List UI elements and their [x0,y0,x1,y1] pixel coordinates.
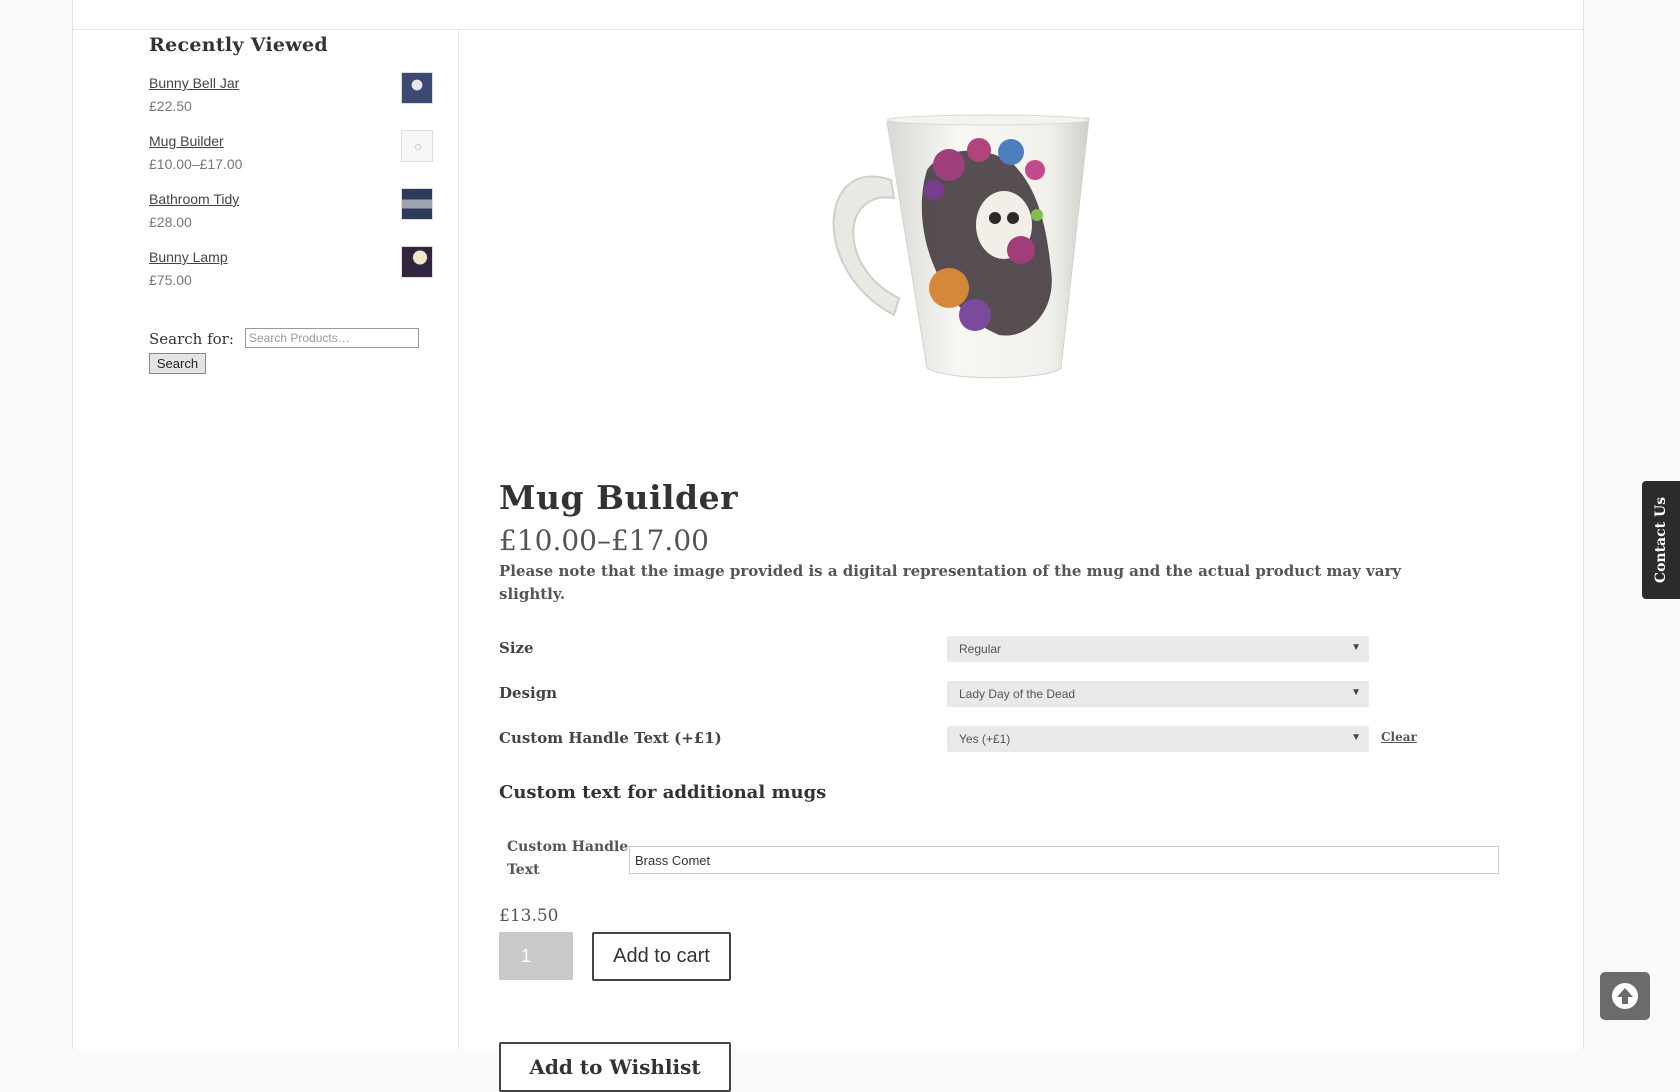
addon-heading: Custom text for additional mugs [499,782,827,803]
chevron-down-icon: ▼ [1351,642,1361,653]
product-price-range: £10.00–£17.00 [499,524,709,557]
bathroom-tidy-thumbnail[interactable] [401,188,433,220]
recently-viewed-price: £75.00 [149,272,192,288]
chevron-down-icon: ▼ [1351,687,1361,698]
option-label-design: Design [499,684,558,702]
list-item: Bunny Lamp £75.00 [149,246,433,304]
list-item: Bunny Bell Jar £22.50 [149,72,433,130]
product-note: Please note that the image provided is a… [499,562,1402,603]
list-item: Mug Builder £10.00–£17.00 [149,130,433,188]
contact-us-tab[interactable]: Contact Us [1642,481,1680,599]
arrow-up-circle-icon [1612,983,1638,1009]
add-to-wishlist-button[interactable]: Add to Wishlist [499,1042,731,1092]
custom-handle-text-input[interactable] [629,846,1499,874]
search-input[interactable] [245,328,419,348]
sidebar: Recently Viewed Bunny Bell Jar £22.50 Mu… [73,30,459,1049]
sugar-skull-lady-mug-image[interactable] [799,110,1099,400]
search-button[interactable]: Search [149,353,206,374]
list-item: Bathroom Tidy £28.00 [149,188,433,246]
design-select[interactable]: Lady Day of the Dead ▼ [947,681,1369,707]
add-to-cart-button[interactable]: Add to cart [592,932,731,981]
bunny-lamp-thumbnail[interactable] [401,246,433,278]
option-label-size: Size [499,639,534,657]
page-container: Recently Viewed Bunny Bell Jar £22.50 Mu… [72,0,1584,1092]
recently-viewed-link-bathroom-tidy[interactable]: Bathroom Tidy [149,191,239,207]
recently-viewed-list: Bunny Bell Jar £22.50 Mug Builder £10.00… [149,72,433,304]
custom-handle-text-select[interactable]: Yes (+£1) ▼ [947,726,1369,752]
size-select[interactable]: Regular ▼ [947,636,1369,662]
recently-viewed-price: £28.00 [149,214,192,230]
mug-builder-thumbnail[interactable] [401,130,433,162]
recently-viewed-price: £10.00–£17.00 [149,156,243,172]
search-label: Search for: [149,330,234,348]
size-select-value: Regular [959,642,1002,656]
recently-viewed-link-bunny-bell-jar[interactable]: Bunny Bell Jar [149,75,239,91]
option-label-custom-handle-text: Custom Handle Text (+£1) [499,729,722,747]
recently-viewed-link-bunny-lamp[interactable]: Bunny Lamp [149,249,228,265]
clear-selection-link[interactable]: Clear [1381,730,1417,744]
product-main: Mug Builder £10.00–£17.00 Please note th… [459,30,1583,1092]
bunny-bell-jar-thumbnail[interactable] [401,72,433,104]
recently-viewed-link-mug-builder[interactable]: Mug Builder [149,133,224,149]
recently-viewed-title: Recently Viewed [149,34,328,56]
design-select-value: Lady Day of the Dead [959,687,1076,701]
product-title: Mug Builder [499,478,738,517]
chevron-down-icon: ▼ [1351,732,1361,743]
scroll-to-top-button[interactable] [1600,972,1650,1020]
recently-viewed-price: £22.50 [149,98,192,114]
quantity-input[interactable] [499,932,573,980]
contact-us-label: Contact Us [1653,496,1669,584]
custom-handle-text-select-value: Yes (+£1) [959,732,1011,746]
variation-price: £13.50 [499,906,559,926]
custom-handle-text-label: Custom Handle Text [507,839,629,878]
